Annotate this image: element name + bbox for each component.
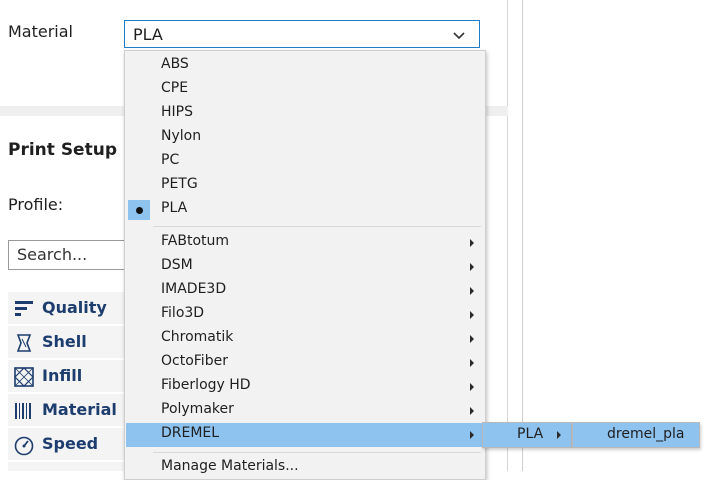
submenu-item-label: dremel_pla <box>607 426 685 442</box>
menu-item-pc[interactable]: PC <box>126 150 484 174</box>
category-label: Speed <box>42 434 99 453</box>
category-infill[interactable]: Infill <box>8 360 128 392</box>
search-input[interactable]: Search... <box>8 240 128 270</box>
menu-item-label: HIPS <box>161 104 193 120</box>
quality-icon <box>15 301 33 316</box>
category-quality[interactable]: Quality <box>8 292 128 324</box>
speed-icon <box>14 436 34 456</box>
material-icon <box>15 403 31 419</box>
viewport-area <box>508 0 708 471</box>
menu-item-label: OctoFiber <box>161 353 228 369</box>
submenu-arrow-icon <box>470 359 474 367</box>
submenu-label: PLA <box>517 426 544 442</box>
menu-item-label: DSM <box>161 257 193 273</box>
selected-indicator <box>128 200 150 220</box>
submenu-arrow-icon <box>470 311 474 319</box>
category-label: Shell <box>42 332 87 351</box>
menu-item-label: Fiberlogy HD <box>161 377 251 393</box>
menu-item-fabtotum[interactable]: FABtotum <box>126 231 484 255</box>
material-label: Material <box>8 22 73 41</box>
viewport-border <box>522 0 523 471</box>
menu-separator <box>153 452 481 453</box>
menu-item-label: Polymaker <box>161 401 234 417</box>
menu-item-label: PETG <box>161 176 198 192</box>
chevron-down-icon[interactable] <box>451 27 467 43</box>
submenu-arrow-icon <box>470 383 474 391</box>
menu-item-hips[interactable]: HIPS <box>126 102 484 126</box>
menu-item-label: Chromatik <box>161 329 234 345</box>
menu-item-label: Nylon <box>161 128 202 144</box>
menu-item-label: DREMEL <box>161 425 220 441</box>
menu-item-octofiber[interactable]: OctoFiber <box>126 351 484 375</box>
menu-item-pla[interactable]: PLA <box>126 198 484 222</box>
menu-item-label: FABtotum <box>161 233 230 249</box>
menu-item-petg[interactable]: PETG <box>126 174 484 198</box>
menu-item-label: Manage Materials... <box>161 458 299 474</box>
menu-item-fiberlogy-hd[interactable]: Fiberlogy HD <box>126 375 484 399</box>
category-material[interactable]: Material <box>8 394 128 426</box>
menu-item-label: IMADE3D <box>161 281 227 297</box>
menu-item-polymaker[interactable]: Polymaker <box>126 399 484 423</box>
menu-item-imade3d[interactable]: IMADE3D <box>126 279 484 303</box>
category-speed[interactable]: Speed <box>8 428 128 460</box>
submenu-arrow-icon <box>470 287 474 295</box>
radio-dot-icon <box>136 207 143 214</box>
category-label: Material <box>42 400 117 419</box>
menu-item-label: CPE <box>161 80 189 96</box>
menu-item-label: PC <box>161 152 180 168</box>
infill-icon <box>14 367 34 387</box>
category-label: Infill <box>42 366 83 385</box>
menu-item-label: ABS <box>161 56 189 72</box>
menu-item-dsm[interactable]: DSM <box>126 255 484 279</box>
menu-item-filo3d[interactable]: Filo3D <box>126 303 484 327</box>
submenu-pla[interactable]: PLA <box>482 422 572 448</box>
menu-item-dremel[interactable]: DREMEL <box>126 423 484 447</box>
profile-label: Profile: <box>8 195 64 214</box>
category-next[interactable] <box>8 462 128 471</box>
menu-item-chromatik[interactable]: Chromatik <box>126 327 484 351</box>
menu-item-label: PLA <box>161 200 188 216</box>
menu-item-nylon[interactable]: Nylon <box>126 126 484 150</box>
submenu-arrow-icon <box>470 239 474 247</box>
submenu-arrow-icon <box>557 431 561 439</box>
menu-item-manage-materials[interactable]: Manage Materials... <box>126 456 484 480</box>
material-select[interactable]: PLA <box>124 20 480 48</box>
menu-separator <box>153 226 481 227</box>
category-label: Quality <box>42 298 107 317</box>
submenu-arrow-icon <box>470 431 474 439</box>
search-placeholder: Search... <box>17 245 88 264</box>
submenu-dremel-pla[interactable]: dremel_pla <box>572 422 700 448</box>
menu-item-cpe[interactable]: CPE <box>126 78 484 102</box>
submenu-arrow-icon <box>470 335 474 343</box>
print-setup-title: Print Setup <box>8 140 117 160</box>
material-select-value: PLA <box>133 25 163 44</box>
shell-icon <box>16 334 32 352</box>
menu-item-abs[interactable]: ABS <box>126 54 484 78</box>
material-dropdown-menu: ABS CPE HIPS Nylon PC PETG PLA FABtotum … <box>124 50 486 480</box>
category-shell[interactable]: Shell <box>8 326 128 358</box>
submenu-arrow-icon <box>470 407 474 415</box>
menu-item-label: Filo3D <box>161 305 205 321</box>
submenu-arrow-icon <box>470 263 474 271</box>
